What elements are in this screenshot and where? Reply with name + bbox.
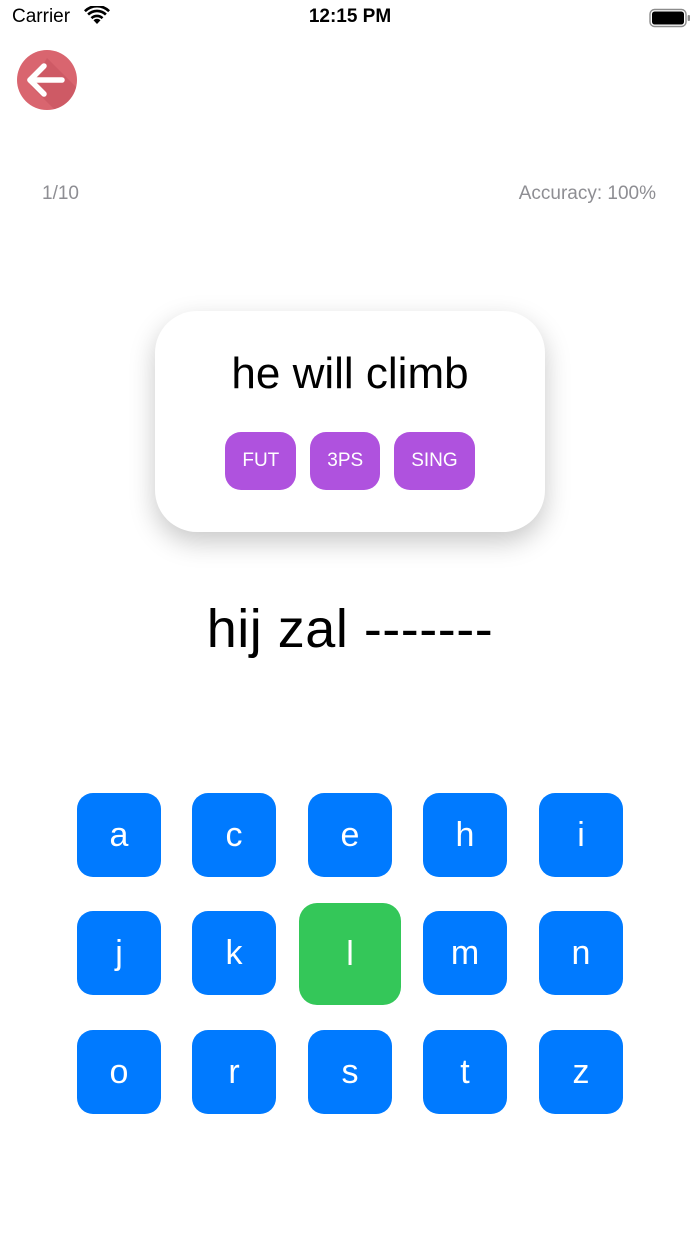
key-e[interactable]: e <box>308 793 392 877</box>
key-m[interactable]: m <box>423 911 507 995</box>
answer-text: hij zal ------- <box>206 599 494 659</box>
key-t[interactable]: t <box>423 1030 507 1114</box>
back-button[interactable] <box>17 50 77 110</box>
prompt-card: he will climb FUT 3PS SING <box>155 311 545 532</box>
key-l[interactable]: l <box>299 903 401 1005</box>
key-j[interactable]: j <box>77 911 161 995</box>
key-z[interactable]: z <box>539 1030 623 1114</box>
accuracy-label: Accuracy: 100% <box>518 183 656 204</box>
key-r[interactable]: r <box>192 1030 276 1114</box>
key-o[interactable]: o <box>77 1030 161 1114</box>
grammar-tags: FUT 3PS SING <box>155 432 545 490</box>
status-time: 12:15 PM <box>308 6 392 27</box>
status-bar: Carrier 12:15 PM <box>0 0 700 36</box>
tag-number: SING <box>394 432 475 490</box>
key-c[interactable]: c <box>192 793 276 877</box>
key-s[interactable]: s <box>308 1030 392 1114</box>
battery-icon <box>649 8 691 28</box>
key-i[interactable]: i <box>539 793 623 877</box>
key-a[interactable]: a <box>77 793 161 877</box>
progress-counter: 1/10 <box>42 183 79 204</box>
key-n[interactable]: n <box>539 911 623 995</box>
key-k[interactable]: k <box>192 911 276 995</box>
prompt-text: he will climb <box>231 349 469 398</box>
key-h[interactable]: h <box>423 793 507 877</box>
arrow-left-icon <box>27 58 77 110</box>
tag-person: 3PS <box>310 432 381 490</box>
tag-tense: FUT <box>225 432 297 490</box>
